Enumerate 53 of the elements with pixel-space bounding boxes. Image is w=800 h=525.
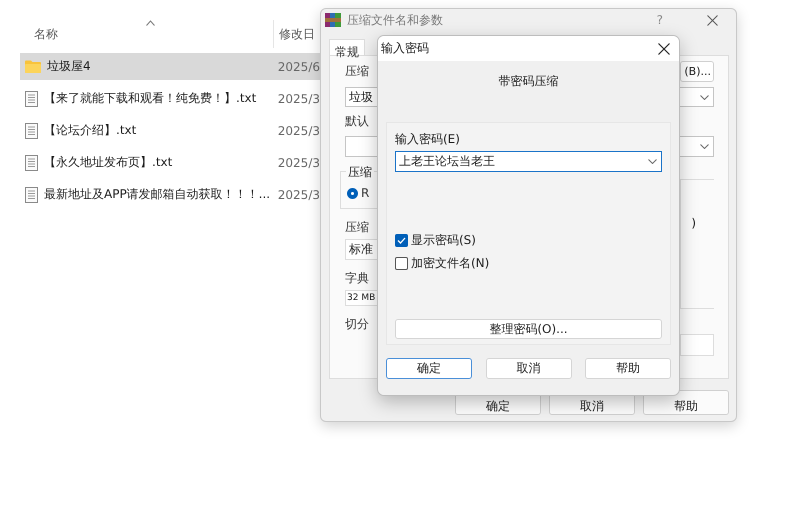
modified-date: 2025/3 <box>278 156 320 170</box>
dialog-button[interactable]: 帮助 <box>643 390 729 415</box>
organize-passwords-button[interactable]: 整理密码(O)... <box>395 319 662 339</box>
dialog-button[interactable]: 确定 <box>386 358 472 379</box>
file-row[interactable]: 最新地址及APP请发邮箱自动获取！！！... 2025/3 <box>20 181 320 208</box>
file-name: 【永久地址发布页】.txt <box>44 154 172 171</box>
checkbox[interactable] <box>395 234 408 247</box>
checkbox[interactable] <box>395 257 408 270</box>
file-row[interactable]: 【永久地址发布页】.txt 2025/3 <box>20 149 320 176</box>
file-row[interactable]: 【论坛介绍】.txt 2025/3 <box>20 117 320 144</box>
archive-books-icon <box>325 12 341 28</box>
dialog-button[interactable]: 取消 <box>486 358 572 379</box>
document-icon <box>25 186 38 202</box>
field-label: 压缩 <box>345 219 369 236</box>
radio-button[interactable] <box>347 188 358 198</box>
file-row[interactable]: 垃圾屋4 2025/6 <box>20 53 320 80</box>
close-icon[interactable] <box>658 42 670 54</box>
field-label: 压缩 <box>345 63 370 80</box>
password-field[interactable]: 上老王论坛当老王 <box>395 151 662 172</box>
folder-icon <box>25 60 41 73</box>
chevron-icon <box>700 94 709 100</box>
field-label: 输入密码(E) <box>395 131 460 148</box>
document-icon <box>25 122 38 138</box>
field-label: 切分 <box>345 316 369 333</box>
modified-date: 2025/3 <box>278 188 320 202</box>
radio-label: R <box>361 186 370 200</box>
option-label: ) <box>691 216 696 230</box>
column-header[interactable]: 修改日 <box>279 26 315 42</box>
checkbox-label: 显示密码(S) <box>411 232 476 249</box>
browse-button[interactable]: (B)... <box>680 61 714 82</box>
close-icon[interactable] <box>707 14 718 26</box>
dialog-button[interactable]: 帮助 <box>585 358 671 379</box>
tab[interactable]: 常规 <box>329 39 365 55</box>
chevron-icon <box>700 144 709 149</box>
dialog-heading: 带密码压缩 <box>498 73 558 90</box>
modified-date: 2025/6 <box>278 60 320 74</box>
window-title: 压缩文件名和参数 <box>347 12 444 28</box>
document-icon <box>25 154 38 170</box>
file-name: 【论坛介绍】.txt <box>44 122 136 139</box>
modified-date: 2025/3 <box>278 124 320 138</box>
split-size-field[interactable] <box>680 334 714 356</box>
file-name: 垃圾屋4 <box>47 58 91 75</box>
field-label: 字典 <box>345 270 369 287</box>
document-icon <box>25 90 38 106</box>
file-row[interactable]: 【来了就能下载和观看！纯免费！】.txt 2025/3 <box>20 85 320 112</box>
file-name: 最新地址及APP请发邮箱自动获取！！！... <box>44 186 270 203</box>
file-name: 【来了就能下载和观看！纯免费！】.txt <box>44 90 256 107</box>
window-title: 输入密码 <box>381 40 430 57</box>
column-header[interactable]: 名称 <box>34 26 58 42</box>
modified-date: 2025/3 <box>278 92 320 106</box>
chevron-icon <box>648 159 657 164</box>
checkbox-label: 加密文件名(N) <box>411 255 490 272</box>
field-label: 默认 <box>345 113 370 130</box>
